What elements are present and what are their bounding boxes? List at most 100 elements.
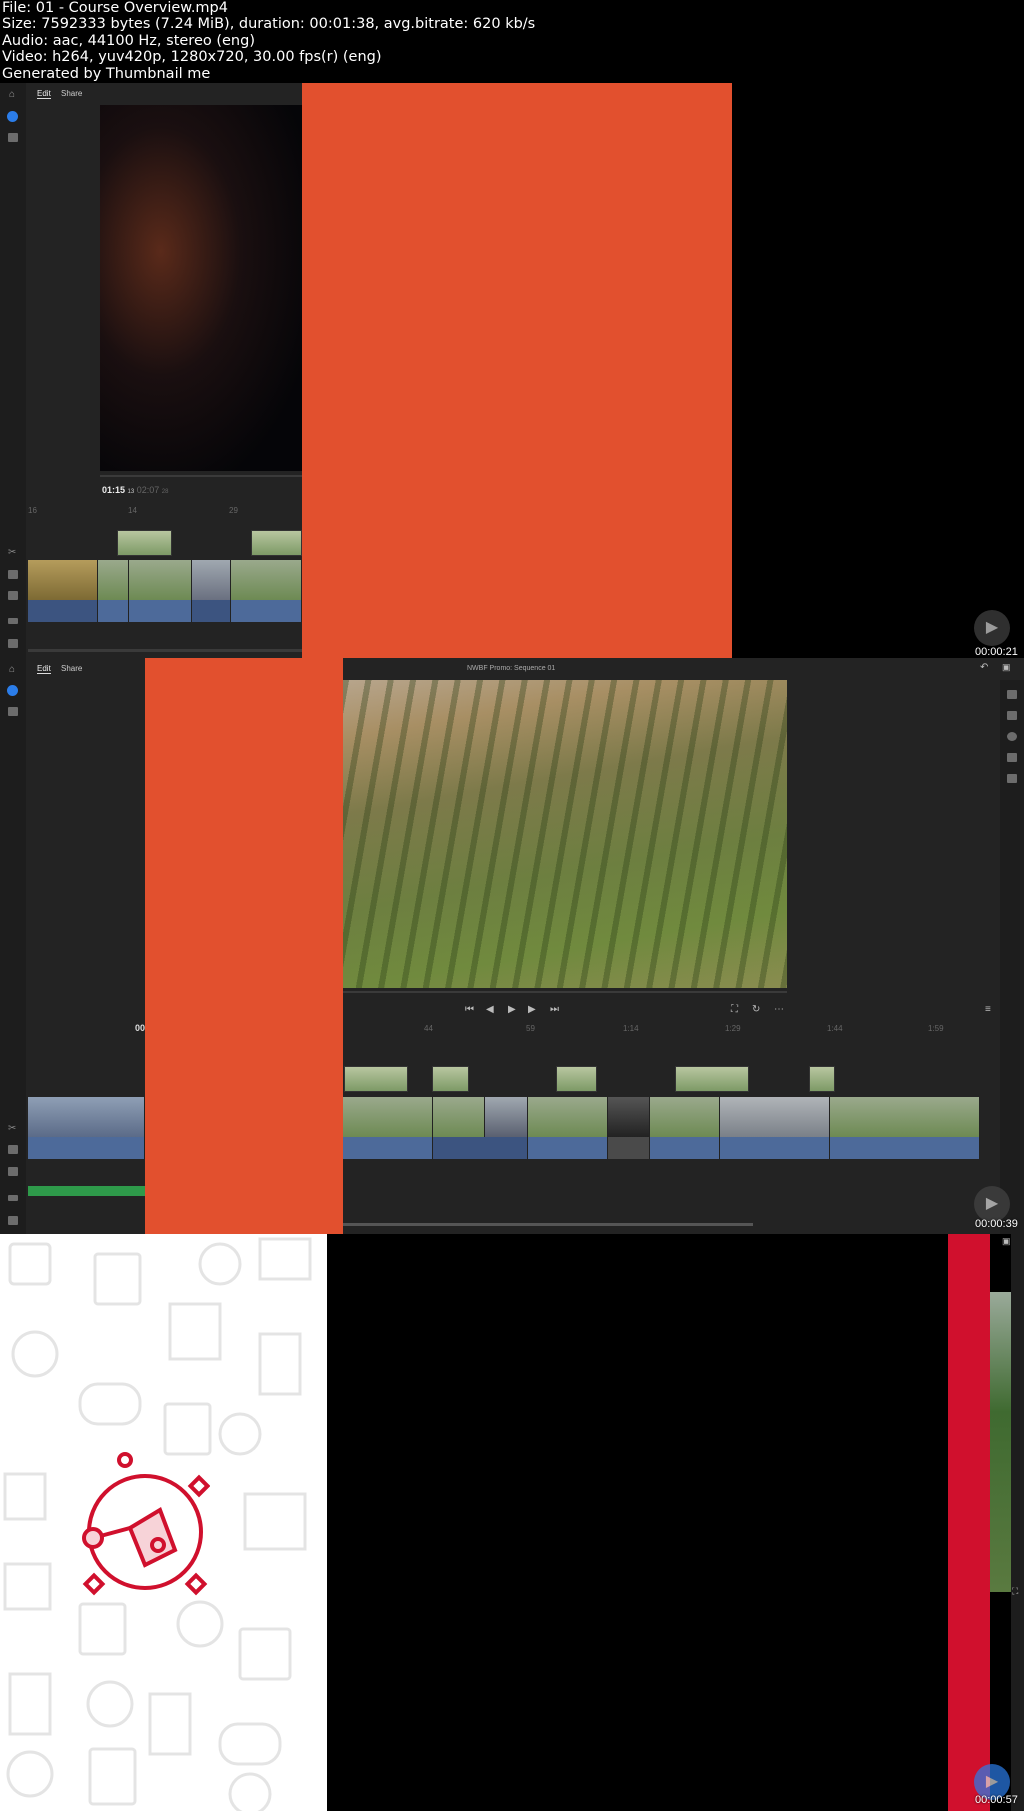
video-clip[interactable] (528, 1097, 608, 1137)
duplicate-icon[interactable] (8, 570, 18, 579)
color-icon[interactable] (1007, 732, 1017, 741)
go-to-start-button[interactable]: ⏮ (465, 1004, 474, 1015)
ruler-tick: 1:59 (928, 1024, 944, 1033)
video-clip[interactable] (830, 1097, 980, 1137)
fullscreen-button[interactable]: ⛶ (731, 1004, 738, 1015)
video-clip[interactable] (129, 560, 192, 600)
align-icon[interactable] (8, 1216, 18, 1225)
orange-overlay (302, 83, 732, 658)
video-clip[interactable] (608, 1097, 650, 1137)
audio-clip[interactable] (98, 600, 129, 622)
broll-clip[interactable] (675, 1066, 749, 1092)
audio-mixer-icon[interactable] (1007, 753, 1017, 762)
audio-clip[interactable] (528, 1137, 608, 1159)
audio-clip[interactable] (650, 1137, 720, 1159)
frame-timestamp: 00:00:21 (975, 646, 1018, 658)
video-clip[interactable] (485, 1097, 528, 1137)
titles-icon[interactable] (1007, 690, 1017, 699)
audio-clip[interactable] (28, 600, 98, 622)
ruler-tick: 1:14 (623, 1024, 639, 1033)
total-frames: 28 (161, 489, 169, 495)
audio-clip[interactable] (830, 1137, 980, 1159)
audio-clip[interactable] (28, 1137, 145, 1159)
icon-pattern-panel (0, 1234, 327, 1811)
ruler-tick: 29 (229, 506, 238, 515)
frame-timestamp: 00:00:57 (975, 1794, 1018, 1806)
library-icon[interactable] (8, 133, 18, 142)
video-clip[interactable] (192, 560, 231, 600)
audio-clip[interactable] (608, 1137, 650, 1159)
ruler-tick: 1:29 (725, 1024, 741, 1033)
broll-clip[interactable] (809, 1066, 835, 1092)
fullscreen-icon[interactable]: ⛶ (1012, 1586, 1018, 1597)
add-media-icon[interactable] (7, 685, 18, 696)
video-clip[interactable] (231, 560, 302, 600)
menu-button[interactable]: ≡ (985, 1004, 991, 1015)
crop-icon[interactable] (1007, 774, 1017, 783)
video-clip[interactable] (28, 1097, 145, 1137)
comment-icon[interactable]: ▣ (1002, 1236, 1011, 1247)
loop-button[interactable]: ↻ (752, 1004, 760, 1015)
audio-clip[interactable] (192, 600, 231, 622)
trash-icon[interactable] (8, 591, 18, 600)
left-toolbar: ⌂ ✂ (0, 83, 26, 658)
tab-share[interactable]: Share (61, 89, 82, 98)
audio-clip[interactable] (433, 1137, 528, 1159)
tab-share[interactable]: Share (61, 664, 82, 673)
play-button[interactable]: ▶ (508, 1004, 516, 1015)
transitions-icon[interactable] (1007, 711, 1017, 720)
home-icon[interactable]: ⌂ (9, 664, 15, 675)
library-icon[interactable] (8, 707, 18, 716)
timecode-partial: 00 (135, 1023, 146, 1033)
audio-clip[interactable] (129, 600, 192, 622)
broll-clip[interactable] (432, 1066, 469, 1092)
add-media-icon[interactable] (7, 111, 18, 122)
undo-icon[interactable]: ↶ (980, 662, 988, 673)
fit-icon[interactable] (8, 1195, 18, 1201)
step-forward-button[interactable]: ▶ (528, 1004, 536, 1015)
audio-clip[interactable] (231, 600, 302, 622)
right-toolbar (1000, 680, 1024, 1234)
go-to-end-button[interactable]: ⏭ (550, 1004, 559, 1015)
fit-icon[interactable] (8, 618, 18, 624)
trash-icon[interactable] (8, 1167, 18, 1176)
frame-3: ⛶ ▣ ▶ 00:00:57 (0, 1234, 1024, 1811)
info-line: Audio: aac, 44100 Hz, stereo (eng) (2, 32, 255, 49)
video-clip[interactable] (433, 1097, 485, 1137)
left-toolbar: ⌂ ✂ (0, 658, 26, 1234)
crop-rows (343, 680, 787, 988)
preview-scrubber[interactable] (343, 991, 787, 993)
tab-edit[interactable]: Edit (37, 89, 51, 99)
audio-clip[interactable] (720, 1137, 830, 1159)
preview-scrubber[interactable] (100, 475, 302, 477)
ruler-tick: 59 (526, 1024, 535, 1033)
step-back-button[interactable]: ◀ (486, 1004, 494, 1015)
video-clip[interactable] (720, 1097, 830, 1137)
comment-icon[interactable]: ▣ (1002, 662, 1011, 673)
sequence-title: NWBF Promo: Sequence 01 (467, 665, 556, 672)
more-button[interactable]: ⋯ (774, 1004, 784, 1015)
scissors-icon[interactable]: ✂ (8, 1123, 16, 1134)
duplicate-icon[interactable] (8, 1145, 18, 1154)
current-frames: 13 (127, 489, 135, 495)
video-clip[interactable] (98, 560, 129, 600)
video-clip[interactable] (650, 1097, 720, 1137)
tab-edit[interactable]: Edit (37, 664, 51, 674)
broll-clip[interactable] (344, 1066, 408, 1092)
scissors-icon[interactable]: ✂ (8, 547, 16, 558)
info-line: Video: h264, yuv420p, 1280x720, 30.00 fp… (2, 49, 382, 66)
audio-clip[interactable] (343, 1137, 433, 1159)
video-clip[interactable] (343, 1097, 433, 1137)
info-line: Size: 7592333 bytes (7.24 MiB), duration… (2, 16, 536, 33)
video-clip[interactable] (28, 560, 98, 600)
broll-clip[interactable] (117, 530, 172, 556)
timeline-scrollbar[interactable] (343, 1223, 753, 1226)
pen-tool-logo (82, 1452, 210, 1596)
broll-clip[interactable] (251, 530, 302, 556)
video-preview (100, 105, 302, 471)
music-track[interactable] (28, 1186, 145, 1196)
timeline-scrollbar[interactable] (28, 649, 302, 652)
align-icon[interactable] (8, 639, 18, 648)
broll-clip[interactable] (556, 1066, 597, 1092)
home-icon[interactable]: ⌂ (9, 89, 15, 100)
